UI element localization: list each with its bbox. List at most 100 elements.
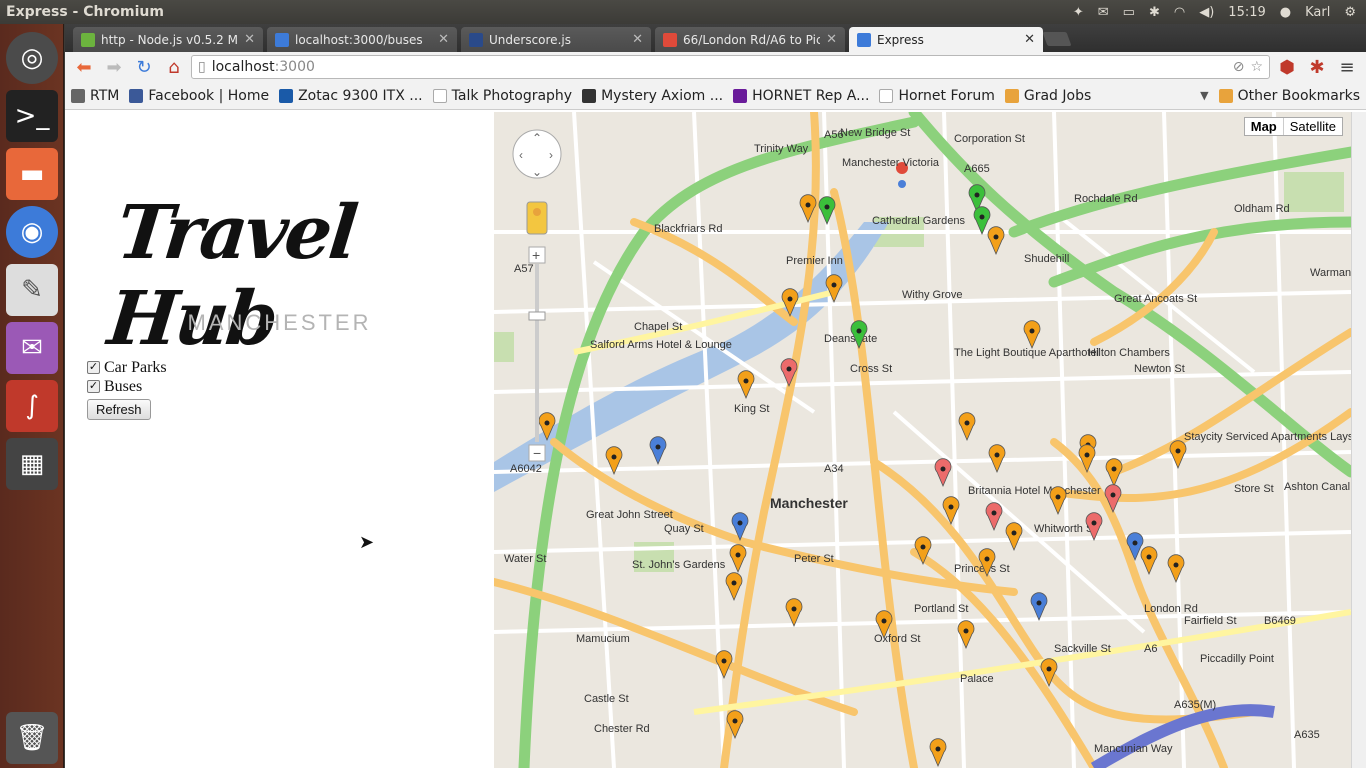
tab-london-rd[interactable]: 66/London Rd/A6 to Piccadilly ✕ — [655, 27, 845, 52]
address-bar[interactable]: ▯ localhost:3000 ⊘ ☆ — [191, 55, 1270, 79]
orange-marker-icon[interactable] — [785, 598, 803, 628]
tab-label: Underscore.js — [489, 32, 571, 47]
orange-marker-icon[interactable] — [725, 572, 743, 602]
orange-marker-icon[interactable] — [958, 412, 976, 442]
tab-underscore[interactable]: Underscore.js ✕ — [461, 27, 651, 52]
toolbar: ⬅ ➡ ↻ ⌂ ▯ localhost:3000 ⊘ ☆ ⬢ ✱ ≡ — [65, 52, 1366, 82]
workspace-switcher-icon[interactable]: ▦ — [6, 438, 58, 490]
orange-marker-icon[interactable] — [987, 226, 1005, 256]
tab-buses[interactable]: localhost:3000/buses ✕ — [267, 27, 457, 52]
orange-marker-icon[interactable] — [1005, 522, 1023, 552]
adblock-icon[interactable]: ⬢ — [1274, 55, 1300, 79]
menu-icon[interactable]: ≡ — [1334, 55, 1360, 79]
tab-node-manual[interactable]: http - Node.js v0.5.2 Manual ✕ — [73, 27, 263, 52]
pan-left-icon[interactable]: ‹ — [519, 148, 523, 162]
green-marker-icon[interactable] — [818, 196, 836, 226]
orange-marker-icon[interactable] — [1023, 320, 1041, 350]
pidgin-icon[interactable]: ✉ — [6, 322, 58, 374]
map-canvas[interactable]: Manchester Manchester Victoria Cathedral… — [494, 112, 1351, 768]
buses-checkbox[interactable]: ✓ — [87, 380, 100, 393]
red-marker-icon[interactable] — [934, 458, 952, 488]
refresh-button[interactable]: Refresh — [87, 399, 151, 420]
chevron-down-icon[interactable]: ▼ — [1200, 89, 1208, 102]
bookmark-other[interactable]: Other Bookmarks — [1218, 88, 1360, 104]
orange-marker-icon[interactable] — [737, 370, 755, 400]
mouse-cursor-icon: ➤ — [359, 532, 375, 553]
orange-marker-icon[interactable] — [929, 738, 947, 768]
pdf-reader-icon[interactable]: ∫ — [6, 380, 58, 432]
text-editor-icon[interactable]: ✎ — [6, 264, 58, 316]
bookmark-talk-photography[interactable]: Talk Photography — [432, 87, 573, 104]
green-marker-icon[interactable] — [973, 206, 991, 236]
bookmark-mystery-axiom[interactable]: Mystery Axiom ... — [582, 88, 723, 104]
new-tab-button[interactable] — [1042, 32, 1072, 46]
close-icon[interactable]: ✕ — [244, 32, 255, 47]
car-parks-checkbox[interactable]: ✓ — [87, 361, 100, 374]
close-icon[interactable]: ✕ — [826, 32, 837, 47]
bookmark-label: Talk Photography — [451, 87, 573, 104]
blue-marker-icon[interactable] — [649, 436, 667, 466]
orange-marker-icon[interactable] — [729, 544, 747, 574]
clock[interactable]: 15:19 — [1228, 5, 1265, 20]
map[interactable]: Manchester Manchester Victoria Cathedral… — [494, 112, 1351, 768]
wifi-icon[interactable]: ◠ — [1174, 5, 1185, 20]
battery-icon[interactable]: ▭ — [1123, 5, 1135, 20]
orange-marker-icon[interactable] — [1105, 458, 1123, 488]
red-marker-icon[interactable] — [985, 502, 1003, 532]
street-view-pegman-icon[interactable] — [526, 201, 548, 235]
orange-marker-icon[interactable] — [1169, 440, 1187, 470]
chromium-icon[interactable]: ◉ — [6, 206, 58, 258]
orange-marker-icon[interactable] — [1140, 546, 1158, 576]
dropbox-icon[interactable]: ✦ — [1073, 5, 1084, 20]
folder-icon — [1218, 88, 1233, 103]
bookmark-zotac[interactable]: Zotac 9300 ITX ... — [279, 88, 423, 104]
bookmark-hornet-rep[interactable]: HORNET Rep A... — [733, 88, 869, 104]
bookmark-hornet-forum[interactable]: Hornet Forum — [879, 88, 995, 104]
mail-icon[interactable]: ✉ — [1098, 5, 1109, 20]
volume-icon[interactable]: ◀) — [1199, 5, 1214, 20]
launcher: ◎ >_ ▬ ◉ ✎ ✉ ∫ ▦ 🗑 — [0, 24, 64, 768]
map-label: King St — [734, 403, 769, 415]
top-panel: Express - Chromium ✦ ✉ ▭ ✱ ◠ ◀) 15:19 ● … — [0, 0, 1366, 24]
pan-control[interactable]: ⌃ ⌄ ‹ › — [512, 129, 562, 179]
map-label: A635(M) — [1174, 699, 1216, 711]
zoom-slider-handle[interactable] — [528, 311, 546, 321]
orange-marker-icon[interactable] — [988, 444, 1006, 474]
pan-up-icon[interactable]: ⌃ — [532, 131, 542, 145]
close-icon[interactable]: ✕ — [632, 32, 643, 47]
forward-icon[interactable]: ➡ — [101, 55, 127, 79]
pan-down-icon[interactable]: ⌄ — [532, 165, 542, 179]
ubuntu-dash-icon[interactable]: ◎ — [6, 32, 58, 84]
blocked-content-icon[interactable]: ⊘ — [1233, 59, 1245, 75]
page-scrollbar[interactable] — [1351, 112, 1366, 768]
orange-marker-icon[interactable] — [1167, 554, 1185, 584]
pan-right-icon[interactable]: › — [549, 148, 553, 162]
map-type-map-button[interactable]: Map — [1245, 118, 1284, 135]
bluetooth-icon[interactable]: ✱ — [1149, 5, 1160, 20]
left-panel: Travel Hub MANCHESTER ✓ Car Parks ✓ Buse… — [65, 112, 494, 768]
terminal-icon[interactable]: >_ — [6, 90, 58, 142]
close-icon[interactable]: ✕ — [438, 32, 449, 47]
bookmark-facebook[interactable]: Facebook | Home — [129, 88, 269, 104]
tab-express[interactable]: Express ✕ — [849, 27, 1043, 52]
gear-icon[interactable]: ⚙ — [1344, 5, 1356, 20]
map-label: Salford Arms Hotel & Lounge — [590, 339, 732, 351]
bookmark-rtm[interactable]: RTM — [71, 88, 119, 104]
reload-icon[interactable]: ↻ — [131, 55, 157, 79]
close-icon[interactable]: ✕ — [1024, 32, 1035, 47]
bookmark-folder-grad-jobs[interactable]: Grad Jobs — [1004, 88, 1091, 104]
extension-icon[interactable]: ✱ — [1304, 55, 1330, 79]
user-name[interactable]: Karl — [1305, 5, 1330, 20]
star-icon[interactable]: ☆ — [1250, 59, 1263, 75]
blue-marker-icon[interactable] — [1030, 592, 1048, 622]
map-label: Withy Grove — [902, 289, 963, 301]
home-icon[interactable]: ⌂ — [161, 55, 187, 79]
back-icon[interactable]: ⬅ — [71, 55, 97, 79]
map-label: Piccadilly Point — [1200, 653, 1274, 665]
tab-label: http - Node.js v0.5.2 Manual — [101, 32, 238, 47]
orange-marker-icon[interactable] — [1049, 486, 1067, 516]
user-icon: ● — [1279, 4, 1292, 20]
map-type-satellite-button[interactable]: Satellite — [1284, 118, 1342, 135]
trash-icon[interactable]: 🗑 — [6, 712, 58, 764]
files-icon[interactable]: ▬ — [6, 148, 58, 200]
